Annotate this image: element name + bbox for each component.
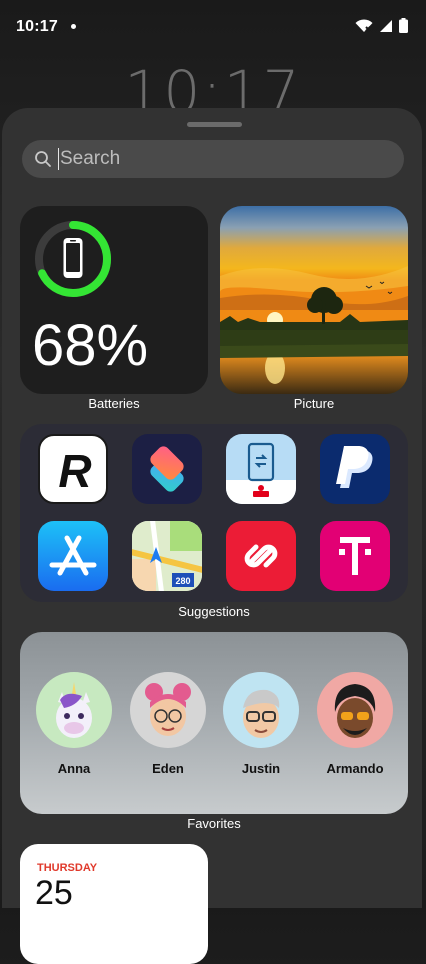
s-pushtan-icon [226, 442, 296, 504]
text-cursor [58, 148, 59, 170]
shortcuts-icon [150, 446, 184, 492]
authy-icon [244, 544, 278, 568]
picture-label: Picture [293, 396, 335, 411]
search-icon [35, 151, 51, 167]
suggestions-label: Suggestions [178, 604, 250, 619]
status-time: 10:17 [16, 18, 58, 35]
app-app-store[interactable] [38, 521, 108, 591]
status-bar: 10:17 [0, 0, 426, 52]
unicorn-memoji-icon [56, 682, 92, 738]
notification-dot-icon [71, 24, 76, 29]
justin-memoji-icon [243, 689, 280, 738]
app-maps[interactable]: 280 [132, 521, 202, 591]
avatar [130, 672, 206, 748]
app-shortcuts[interactable] [132, 434, 202, 504]
favorite-contact[interactable]: Armando [317, 672, 393, 776]
paypal-icon [336, 446, 373, 488]
armando-memoji-icon [334, 684, 376, 738]
search-bar[interactable]: Search [22, 140, 404, 178]
telekom-icon [339, 537, 371, 575]
contact-name: Armando [326, 761, 384, 776]
widget-sheet: Search 68% Batteries Picture R 280 Sugge… [2, 108, 422, 964]
eden-memoji-icon [145, 683, 191, 736]
sheet-grabber[interactable] [187, 122, 242, 127]
iphone-icon [63, 238, 83, 278]
battery-status-icon [399, 18, 408, 33]
svg-text:280: 280 [175, 576, 190, 586]
app-revolut[interactable]: R [38, 434, 108, 504]
calendar-day: THURSDAY [37, 862, 98, 874]
battery-percent: 68% [32, 313, 149, 378]
suggestions-widget: R 280 [20, 424, 408, 602]
avatar [317, 672, 393, 748]
calendar-widget[interactable]: THURSDAY 25 [20, 844, 208, 964]
contact-name: Anna [57, 761, 91, 776]
favorite-contact[interactable]: Eden [130, 672, 206, 776]
calendar-date: 25 [35, 874, 73, 912]
favorites-widget: Anna Eden Justin Armando [20, 632, 408, 814]
status-icons [355, 18, 408, 33]
search-input[interactable]: Search [60, 148, 120, 170]
battery-ring [35, 221, 111, 297]
avatar [223, 672, 299, 748]
batteries-widget[interactable]: 68% [20, 206, 208, 394]
avatar [36, 672, 112, 748]
favorites-label: Favorites [187, 816, 241, 831]
app-paypal[interactable] [320, 434, 390, 504]
batteries-label: Batteries [88, 396, 140, 411]
favorite-contact[interactable]: Justin [223, 672, 299, 776]
signal-icon [380, 19, 392, 32]
picture-widget[interactable] [220, 206, 408, 394]
app-authy[interactable] [226, 521, 296, 591]
app-store-icon [49, 535, 97, 576]
app-s-pushtan[interactable] [226, 434, 296, 504]
sunset-photo [220, 206, 408, 394]
favorite-contact[interactable]: Anna [36, 672, 112, 776]
svg-text:R: R [58, 445, 91, 497]
revolut-icon: R [58, 445, 91, 497]
contact-name: Eden [152, 761, 184, 776]
maps-icon: 280 [132, 521, 202, 591]
app-telekom[interactable] [320, 521, 390, 591]
wifi-icon [355, 18, 373, 32]
contact-name: Justin [241, 761, 281, 776]
